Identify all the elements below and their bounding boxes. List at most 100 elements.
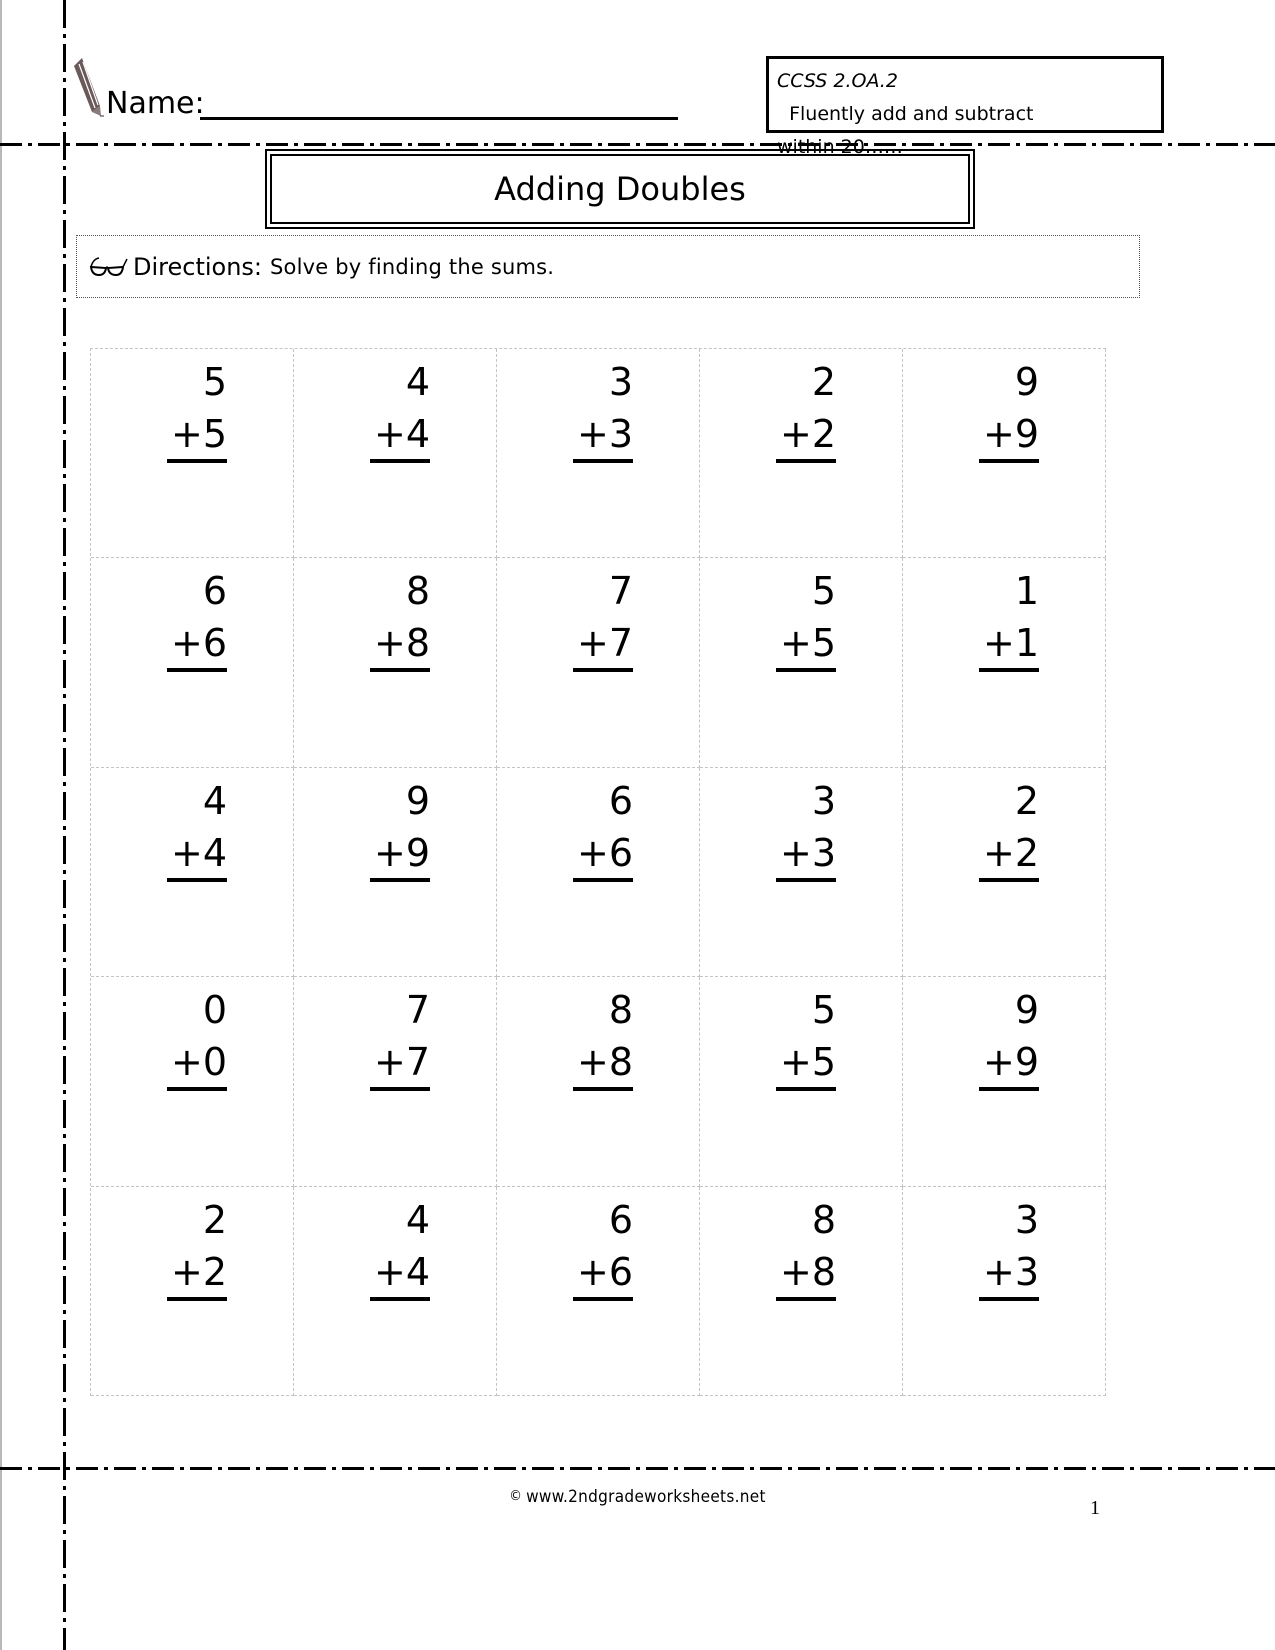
addend-bottom-value: 6 bbox=[202, 621, 227, 666]
problem-cell[interactable]: 0 +0 bbox=[91, 977, 294, 1187]
addend-bottom-value: 8 bbox=[608, 1040, 633, 1085]
addend-bottom: +8 bbox=[370, 618, 430, 673]
addend-top: 4 bbox=[202, 778, 227, 823]
problem-cell[interactable]: 5 +5 bbox=[700, 977, 903, 1187]
addend-bottom-value: 8 bbox=[811, 1249, 836, 1294]
problem-cell[interactable]: 3 +3 bbox=[700, 767, 903, 978]
problem-cell[interactable]: 2 +2 bbox=[903, 767, 1106, 978]
plus-sign: + bbox=[779, 412, 812, 456]
addition-problem: 4 +4 bbox=[370, 355, 430, 463]
directions-box: Directions: Solve by finding the sums. bbox=[76, 235, 1140, 298]
addition-problem: 6 +6 bbox=[167, 564, 227, 673]
addend-top: 6 bbox=[202, 569, 227, 614]
addend-bottom: +3 bbox=[776, 828, 836, 882]
problem-cell[interactable]: 3 +3 bbox=[497, 349, 700, 559]
problem-cell[interactable]: 6 +6 bbox=[497, 767, 700, 978]
addend-bottom-value: 2 bbox=[811, 412, 836, 456]
addend-top: 2 bbox=[202, 1197, 227, 1242]
name-input-line[interactable] bbox=[200, 117, 678, 120]
problem-cell[interactable]: 2 +2 bbox=[91, 1186, 294, 1396]
glasses-icon bbox=[89, 256, 128, 276]
problem-cell[interactable]: 7 +7 bbox=[497, 558, 700, 768]
problem-cell[interactable]: 8 +8 bbox=[497, 977, 700, 1187]
addend-bottom-value: 3 bbox=[811, 830, 836, 875]
addend-top: 3 bbox=[608, 360, 633, 404]
problem-cell[interactable]: 5 +5 bbox=[91, 349, 294, 559]
page-edge bbox=[0, 0, 2, 1650]
plus-sign: + bbox=[576, 1040, 609, 1085]
addition-problem: 5 +5 bbox=[776, 983, 836, 1092]
problem-cell[interactable]: 9 +9 bbox=[903, 977, 1106, 1187]
plus-sign: + bbox=[373, 412, 406, 456]
addend-top: 5 bbox=[202, 360, 227, 404]
problem-cell[interactable]: 8 +8 bbox=[700, 1186, 903, 1396]
addend-bottom-value: 5 bbox=[202, 412, 227, 456]
problem-cell[interactable]: 9 +9 bbox=[294, 767, 497, 978]
guide-line-bottom bbox=[0, 1467, 1275, 1470]
addend-top: 3 bbox=[1014, 1197, 1039, 1242]
plus-sign: + bbox=[779, 1040, 812, 1085]
addend-bottom-value: 5 bbox=[811, 621, 836, 666]
addend-bottom: +1 bbox=[979, 618, 1039, 673]
plus-sign: + bbox=[982, 621, 1015, 666]
directions-label: Directions: bbox=[133, 252, 263, 281]
name-label: Name: bbox=[106, 86, 205, 121]
addend-bottom-value: 6 bbox=[608, 830, 633, 875]
addend-bottom: +3 bbox=[979, 1247, 1039, 1301]
problem-cell[interactable]: 5 +5 bbox=[700, 558, 903, 768]
page-number: 1 bbox=[1090, 1497, 1100, 1519]
addend-bottom-value: 4 bbox=[405, 1249, 430, 1294]
addition-problem: 8 +8 bbox=[776, 1193, 836, 1301]
plus-sign: + bbox=[576, 412, 609, 456]
problem-cell[interactable]: 4 +4 bbox=[294, 349, 497, 559]
addend-bottom-value: 1 bbox=[1014, 621, 1039, 666]
plus-sign: + bbox=[576, 621, 609, 666]
problem-cell[interactable]: 7 +7 bbox=[294, 977, 497, 1187]
addend-bottom-value: 9 bbox=[1014, 1040, 1039, 1085]
addition-problem: 8 +8 bbox=[370, 564, 430, 673]
addition-problem: 2 +2 bbox=[167, 1193, 227, 1301]
problem-cell[interactable]: 6 +6 bbox=[497, 1186, 700, 1396]
problem-cell[interactable]: 4 +4 bbox=[294, 1186, 497, 1396]
problem-cell[interactable]: 4 +4 bbox=[91, 767, 294, 978]
plus-sign: + bbox=[373, 1249, 406, 1294]
problem-cell[interactable]: 1 +1 bbox=[903, 558, 1106, 768]
page-title: Adding Doubles bbox=[270, 154, 970, 224]
addend-bottom: +5 bbox=[776, 1037, 836, 1092]
addend-bottom-value: 5 bbox=[811, 1040, 836, 1085]
plus-sign: + bbox=[373, 830, 406, 875]
addend-bottom: +6 bbox=[573, 828, 633, 882]
addend-bottom-value: 3 bbox=[1014, 1249, 1039, 1294]
plus-sign: + bbox=[779, 621, 812, 666]
problem-cell[interactable]: 3 +3 bbox=[903, 1186, 1106, 1396]
addend-bottom-value: 7 bbox=[405, 1040, 430, 1085]
problem-cell[interactable]: 2 +2 bbox=[700, 349, 903, 559]
addend-bottom-value: 2 bbox=[1014, 830, 1039, 875]
addition-problem: 8 +8 bbox=[573, 983, 633, 1092]
problem-cell[interactable]: 8 +8 bbox=[294, 558, 497, 768]
problem-cell[interactable]: 9 +9 bbox=[903, 349, 1106, 559]
addend-top: 5 bbox=[811, 988, 836, 1033]
plus-sign: + bbox=[170, 412, 203, 456]
addend-bottom: +7 bbox=[573, 618, 633, 673]
addend-top: 8 bbox=[811, 1197, 836, 1242]
addend-bottom-value: 4 bbox=[405, 412, 430, 456]
plus-sign: + bbox=[779, 1249, 812, 1294]
margin-guide-vertical bbox=[63, 0, 66, 1650]
addend-bottom: +7 bbox=[370, 1037, 430, 1092]
addition-problem: 3 +3 bbox=[573, 355, 633, 463]
addend-bottom: +2 bbox=[979, 828, 1039, 882]
problem-cell[interactable]: 6 +6 bbox=[91, 558, 294, 768]
addition-problem: 3 +3 bbox=[776, 774, 836, 882]
addend-top: 7 bbox=[608, 569, 633, 614]
plus-sign: + bbox=[982, 1249, 1015, 1294]
addition-problem: 7 +7 bbox=[573, 564, 633, 673]
addition-problem: 9 +9 bbox=[979, 983, 1039, 1092]
addition-problem: 2 +2 bbox=[979, 774, 1039, 882]
plus-sign: + bbox=[170, 621, 203, 666]
addition-problem: 1 +1 bbox=[979, 564, 1039, 673]
addition-problem: 9 +9 bbox=[370, 774, 430, 882]
plus-sign: + bbox=[779, 830, 812, 875]
addition-problem: 5 +5 bbox=[167, 355, 227, 463]
addend-bottom-value: 9 bbox=[1014, 412, 1039, 456]
